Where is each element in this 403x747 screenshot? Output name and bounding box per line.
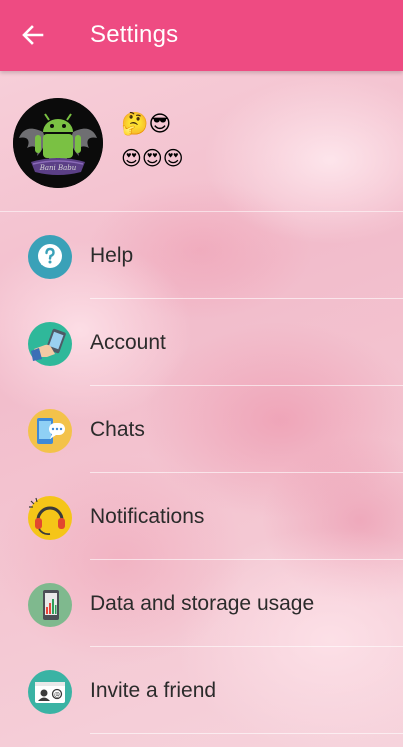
menu-item-invite-friend[interactable]: @ Invite a friend: [0, 647, 403, 734]
divider: [90, 733, 403, 734]
avatar[interactable]: Bani Babu: [13, 98, 103, 188]
page-title: Settings: [90, 21, 179, 48]
menu-item-data-storage[interactable]: Data and storage usage: [0, 560, 403, 647]
notifications-icon: [27, 495, 73, 541]
menu-item-label: Invite a friend: [90, 679, 217, 702]
profile-status: 😍😍😍: [121, 148, 184, 170]
menu-item-label: Data and storage usage: [90, 592, 315, 615]
menu-item-chats[interactable]: Chats: [0, 386, 403, 473]
menu-item-label: Notifications: [90, 505, 205, 528]
menu-item-label: Help: [90, 244, 134, 267]
profile-name: 🤔😎: [121, 111, 172, 136]
svg-text:@: @: [54, 692, 60, 699]
menu-item-account[interactable]: Account: [0, 299, 403, 386]
data-storage-icon: [27, 582, 73, 628]
back-arrow-icon[interactable]: [20, 22, 46, 48]
app-bar: Settings: [0, 0, 403, 71]
menu-item-help[interactable]: Help: [0, 212, 403, 299]
profile-section[interactable]: Bani Babu 🤔😎 😍😍😍: [0, 71, 403, 212]
chats-icon: [27, 408, 73, 454]
avatar-caption: Bani Babu: [39, 164, 77, 172]
invite-friend-icon: @: [27, 669, 73, 715]
menu-item-label: Chats: [90, 418, 145, 441]
android-logo-icon: [13, 98, 103, 188]
menu-item-notifications[interactable]: Notifications: [0, 473, 403, 560]
account-icon: [27, 321, 73, 367]
settings-menu: Help Account Chats Notifications Data an…: [0, 212, 403, 734]
help-icon: [27, 234, 73, 280]
menu-item-label: Account: [90, 331, 166, 354]
